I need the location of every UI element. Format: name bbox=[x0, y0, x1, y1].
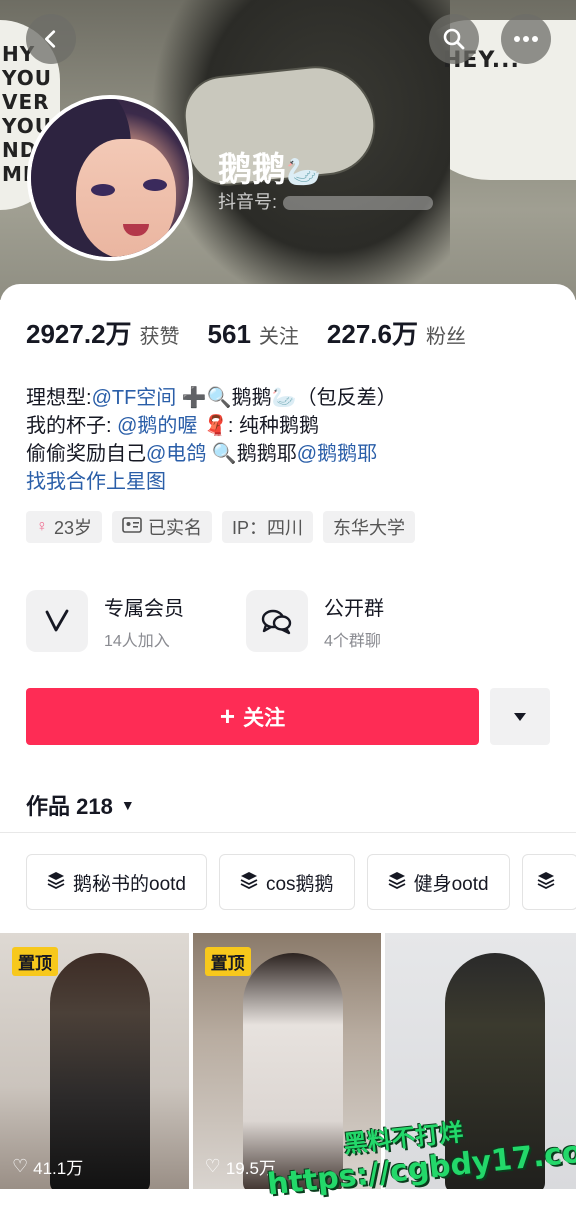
likes-count: 2927.2万 bbox=[26, 319, 132, 349]
pinned-badge: 置顶 bbox=[12, 947, 58, 976]
bio-line-2-prefix: 我的杯子: bbox=[26, 415, 118, 437]
douyin-id-label: 抖音号: bbox=[218, 192, 278, 212]
nickname-text: 鹅鹅 bbox=[218, 151, 286, 189]
tag-age: ♀ 23岁 bbox=[26, 511, 103, 543]
search-button[interactable] bbox=[429, 14, 479, 64]
collection-label: cos鹅鹅 bbox=[265, 873, 334, 895]
bio-line-1-prefix: 理想型: bbox=[26, 387, 92, 409]
bio-mention-eeye[interactable]: @鹅鹅耶 bbox=[297, 443, 377, 465]
bio-line-4: 找我合作上星图 bbox=[26, 468, 546, 496]
collection-item[interactable]: cos鹅鹅 bbox=[218, 854, 355, 910]
following-count[interactable]: 561 bbox=[208, 319, 251, 350]
profile-card: 2927.2万 获赞 561 关注 227.6万 粉丝 理想型:@TF空间 ➕🔍… bbox=[0, 284, 576, 1218]
works-tab[interactable]: 作品 218 ▼ bbox=[26, 789, 135, 821]
followers-label[interactable]: 粉丝 bbox=[426, 320, 466, 349]
profile-tags: ♀ 23岁 已实名 IP：四川 东华大学 bbox=[26, 511, 416, 543]
female-icon: ♀ bbox=[36, 518, 48, 535]
membership-sub: 14人加入 bbox=[104, 632, 170, 650]
nickname: 鹅鹅🦢 bbox=[218, 142, 321, 191]
bio-xingtu-link[interactable]: 找我合作上星图 bbox=[26, 471, 166, 493]
likes-label: 获赞 bbox=[139, 326, 180, 348]
video-likes: ♡ 41.1万 bbox=[12, 1154, 83, 1179]
bio: 理想型:@TF空间 ➕🔍鹅鹅🦢（包反差） 我的杯子: @鹅的喔 🧣: 纯种鹅鹅 … bbox=[26, 384, 546, 496]
tag-age-label: 23岁 bbox=[54, 518, 93, 538]
feature-entries: 专属会员 14人加入 公开群 4个群聊 bbox=[26, 590, 436, 652]
membership-entry[interactable]: 专属会员 14人加入 bbox=[26, 590, 216, 652]
tag-verified: 已实名 bbox=[112, 511, 213, 543]
follow-button[interactable]: + 关注 bbox=[26, 688, 479, 745]
pinned-badge: 置顶 bbox=[204, 947, 251, 976]
collection-item[interactable]: 健身ootd bbox=[366, 854, 510, 910]
collection-list: 鹅秘书的ootd cos鹅鹅 健身ootd bbox=[26, 854, 576, 910]
collection-item-partial[interactable] bbox=[521, 854, 576, 910]
bio-line-3: 偷偷奖励自己@电鸽 🔍鹅鹅耶@鹅鹅耶 bbox=[26, 440, 546, 468]
more-dots-icon bbox=[514, 36, 538, 42]
tag-ip-label: IP：四川 bbox=[232, 518, 304, 538]
group-chat-sub: 4个群聊 bbox=[324, 632, 381, 650]
bio-mention-diange[interactable]: @电鸽 bbox=[146, 443, 206, 465]
works-tab-label: 作品 218 bbox=[26, 794, 113, 819]
chat-group-icon bbox=[246, 590, 308, 652]
membership-title: 专属会员 bbox=[104, 597, 184, 620]
avatar-eye-left bbox=[91, 184, 115, 196]
following-label[interactable]: 关注 bbox=[259, 320, 299, 349]
recommend-dropdown-button[interactable] bbox=[490, 688, 550, 745]
avatar-face bbox=[76, 139, 176, 257]
bio-line-2: 我的杯子: @鹅的喔 🧣: 纯种鹅鹅 bbox=[26, 412, 546, 440]
divider bbox=[0, 832, 576, 833]
back-button[interactable] bbox=[26, 14, 76, 64]
bio-line-1: 理想型:@TF空间 ➕🔍鹅鹅🦢（包反差） bbox=[26, 384, 546, 412]
tag-ip: IP：四川 bbox=[222, 511, 314, 543]
collection-item[interactable]: 鹅秘书的ootd bbox=[26, 854, 207, 910]
video-likes-count: 41.1万 bbox=[33, 1159, 84, 1178]
bio-line-2-rest: 🧣: 纯种鹅鹅 bbox=[197, 415, 320, 437]
avatar-eye-right bbox=[143, 179, 167, 191]
layers-icon bbox=[537, 871, 555, 894]
heart-outline-icon: ♡ bbox=[12, 1156, 29, 1176]
bio-line-3-prefix: 偷偷奖励自己 bbox=[26, 443, 146, 465]
stats-row: 2927.2万 获赞 561 关注 227.6万 粉丝 bbox=[26, 314, 494, 351]
group-chat-title: 公开群 bbox=[324, 597, 384, 620]
layers-icon bbox=[240, 871, 258, 894]
more-button[interactable] bbox=[501, 14, 551, 64]
collection-label: 健身ootd bbox=[413, 873, 489, 895]
video-thumbnail[interactable]: 置顶 ♡ 41.1万 bbox=[0, 933, 189, 1189]
layers-icon bbox=[388, 871, 406, 894]
heart-outline-icon: ♡ bbox=[204, 1156, 221, 1176]
follow-button-label: 关注 bbox=[243, 706, 286, 730]
bio-line-3-mid: 🔍鹅鹅耶 bbox=[206, 443, 297, 465]
id-card-icon bbox=[122, 516, 142, 538]
group-chat-text: 公开群 4个群聊 bbox=[324, 592, 384, 651]
group-chat-entry[interactable]: 公开群 4个群聊 bbox=[246, 590, 436, 652]
v-logo-icon bbox=[26, 590, 88, 652]
avatar[interactable] bbox=[27, 95, 193, 261]
membership-text: 专属会员 14人加入 bbox=[104, 592, 184, 651]
bio-line-1-rest: ➕🔍鹅鹅🦢（包反差） bbox=[176, 387, 397, 409]
douyin-id[interactable]: 抖音号: bbox=[218, 188, 434, 214]
plus-icon: + bbox=[219, 701, 236, 731]
tag-school-label: 东华大学 bbox=[333, 518, 406, 538]
collection-label: 鹅秘书的ootd bbox=[73, 873, 186, 895]
caret-down-icon bbox=[514, 712, 526, 721]
nickname-emoji: 🦢 bbox=[286, 156, 321, 187]
followers-count[interactable]: 227.6万 bbox=[327, 314, 418, 351]
douyin-id-blurred bbox=[283, 196, 434, 211]
bio-mention-tf[interactable]: @TF空间 bbox=[92, 387, 177, 409]
layers-icon bbox=[47, 871, 65, 894]
tag-verified-label: 已实名 bbox=[148, 518, 203, 538]
caret-down-icon: ▼ bbox=[120, 797, 135, 813]
bio-mention-cup[interactable]: @鹅的喔 bbox=[117, 415, 197, 437]
tag-school[interactable]: 东华大学 bbox=[323, 511, 416, 543]
search-icon bbox=[443, 28, 465, 50]
chevron-left-icon bbox=[45, 30, 56, 48]
